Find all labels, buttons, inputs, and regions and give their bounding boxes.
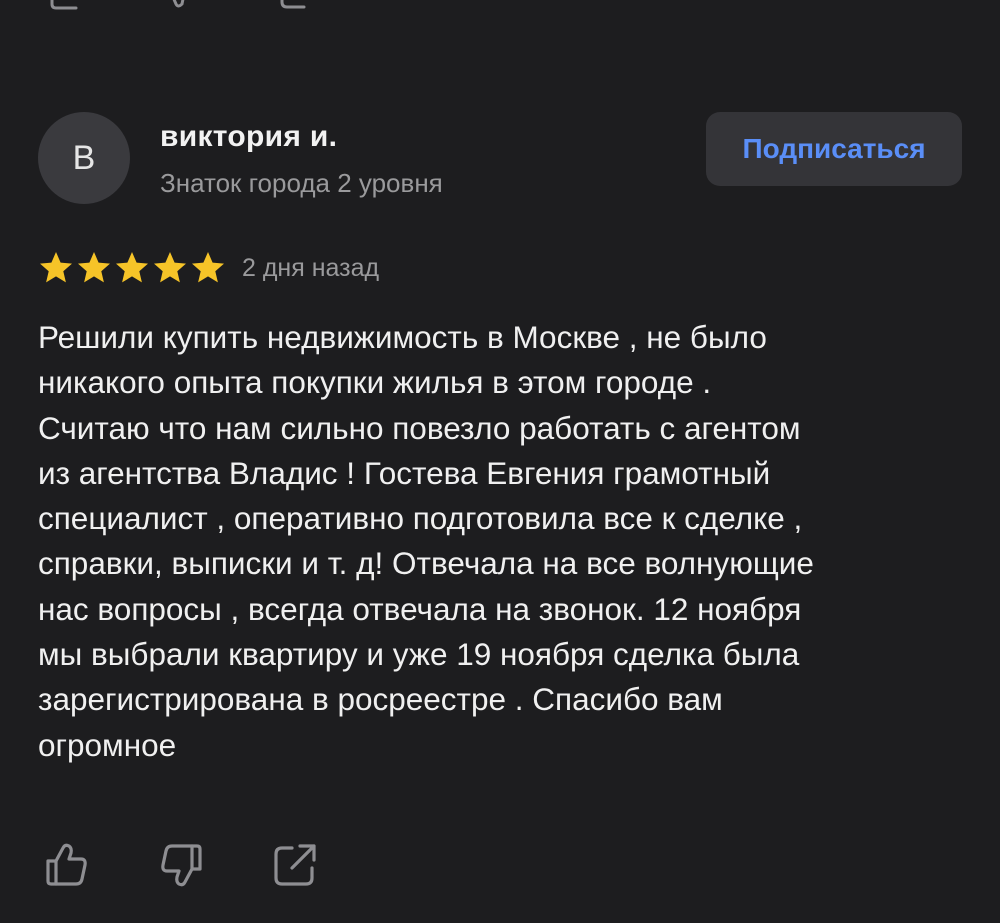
- thumbs-down-icon: [161, 844, 202, 887]
- dislike-button[interactable]: [156, 840, 206, 890]
- review-header: В виктория и. Знаток города 2 уровня Под…: [38, 112, 962, 204]
- share-icon: [274, 844, 316, 886]
- author-name[interactable]: виктория и.: [160, 120, 337, 154]
- star-icon: [78, 252, 110, 283]
- star-icon: [40, 252, 72, 283]
- subscribe-button[interactable]: Подписаться: [706, 112, 962, 186]
- thumbs-up-icon: [46, 843, 87, 886]
- thumbs-down-icon[interactable]: [162, 0, 202, 10]
- share-button[interactable]: [270, 840, 320, 890]
- star-icon: [116, 252, 148, 283]
- star-icon: [192, 252, 224, 283]
- share-icon[interactable]: [278, 0, 318, 10]
- review-date: 2 дня назад: [242, 253, 380, 282]
- rating-row: 2 дня назад: [38, 248, 379, 288]
- review-text: Решили купить недвижимость в Москве , не…: [38, 319, 814, 763]
- review-card: В виктория и. Знаток города 2 уровня Под…: [0, 0, 1000, 923]
- thumbs-up-icon[interactable]: [46, 0, 86, 10]
- like-button[interactable]: [42, 840, 92, 890]
- previous-review-actions: [46, 0, 346, 10]
- author-level: Знаток города 2 уровня: [160, 168, 443, 198]
- star-icon: [154, 252, 186, 283]
- star-rating: [38, 250, 226, 286]
- avatar[interactable]: В: [38, 112, 130, 204]
